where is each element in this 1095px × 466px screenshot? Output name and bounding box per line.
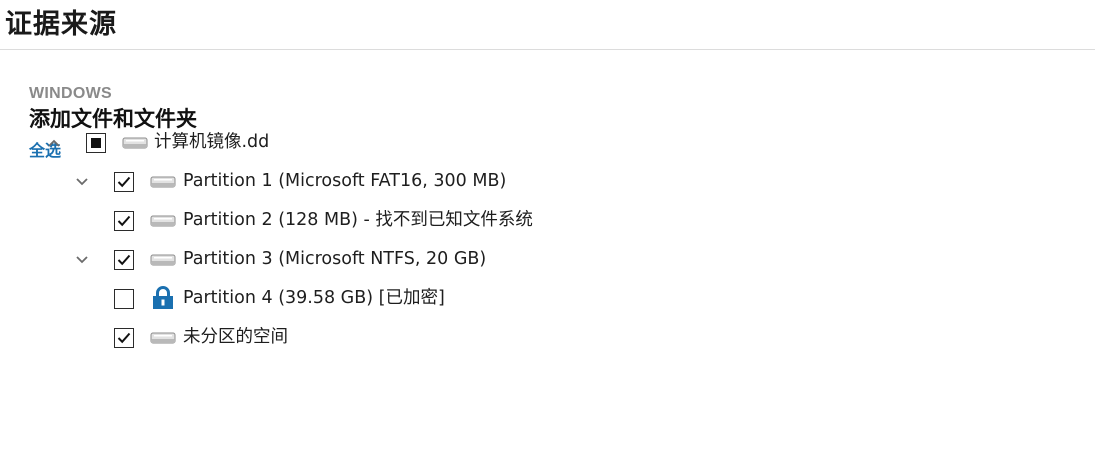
partition-3-label: Partition 3 (Microsoft NTFS, 20 GB): [183, 249, 487, 269]
tree-item-row[interactable]: Partition 3 (Microsoft NTFS, 20 GB): [0, 240, 600, 279]
chevron-down-icon[interactable]: [74, 174, 90, 190]
unallocated-label: 未分区的空间: [183, 327, 288, 347]
drive-icon: [150, 211, 176, 231]
partition-1-label: Partition 1 (Microsoft FAT16, 300 MB): [183, 171, 507, 191]
tree-item-row[interactable]: Partition 2 (128 MB) - 找不到已知文件系统: [0, 201, 600, 240]
tree-item-row[interactable]: Partition 4 (39.58 GB) [已加密]: [0, 279, 600, 318]
partition-4-label: Partition 4 (39.58 GB) [已加密]: [183, 288, 445, 308]
drive-icon: [150, 250, 176, 270]
tree-item-row[interactable]: 未分区的空间: [0, 318, 600, 357]
chevron-down-icon[interactable]: [74, 252, 90, 268]
drive-icon: [150, 172, 176, 192]
page-title: 证据来源: [5, 9, 117, 40]
drive-icon: [122, 133, 148, 153]
partition-4-checkbox[interactable]: [114, 289, 134, 309]
os-label: WINDOWS: [29, 85, 112, 102]
lock-icon: [151, 286, 175, 310]
tree-item-row[interactable]: Partition 1 (Microsoft FAT16, 300 MB): [0, 162, 600, 201]
partition-3-checkbox[interactable]: [114, 250, 134, 270]
partition-2-checkbox[interactable]: [114, 211, 134, 231]
unallocated-checkbox[interactable]: [114, 328, 134, 348]
partition-1-checkbox[interactable]: [114, 172, 134, 192]
partition-2-label: Partition 2 (128 MB) - 找不到已知文件系统: [183, 210, 533, 230]
chevron-up-icon[interactable]: [46, 135, 62, 151]
tree-root-row[interactable]: 计算机镜像.dd: [0, 123, 400, 162]
title-bar: 证据来源: [0, 0, 1095, 50]
tree-root-label: 计算机镜像.dd: [154, 132, 270, 152]
root-checkbox[interactable]: [86, 133, 106, 153]
drive-icon: [150, 328, 176, 348]
